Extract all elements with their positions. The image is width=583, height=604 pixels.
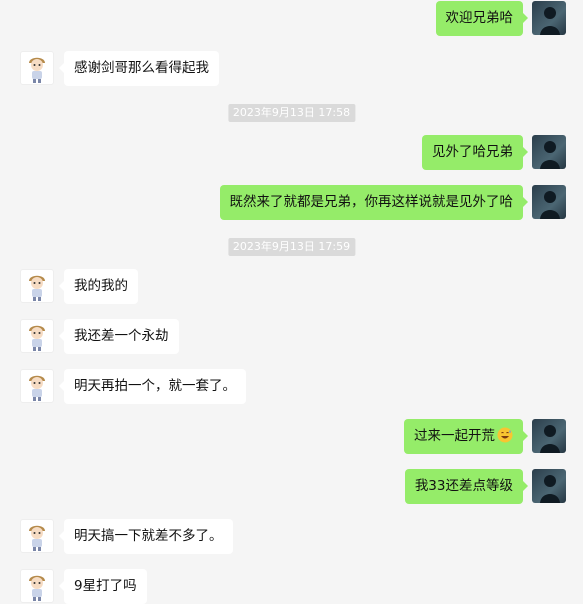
silhouette-icon — [540, 141, 560, 169]
my-avatar[interactable] — [532, 135, 566, 169]
cartoon-boy-icon — [29, 375, 45, 401]
cartoon-boy-icon — [29, 325, 45, 351]
chat-message-list: 欢迎兄弟哈 感谢剑哥那么看得起我 2023年9月13日 17:58 见外了哈兄弟… — [0, 0, 583, 604]
my-avatar[interactable] — [532, 1, 566, 35]
friend-avatar[interactable] — [20, 519, 54, 553]
timestamp: 2023年9月13日 17:58 — [227, 104, 356, 122]
friend-avatar[interactable] — [20, 319, 54, 353]
silhouette-icon — [540, 425, 560, 453]
message-bubble[interactable]: 既然来了就都是兄弟，你再这样说就是见外了哈 — [219, 185, 528, 220]
silhouette-icon — [540, 7, 560, 35]
message-text: 过来一起开荒 — [414, 428, 495, 444]
friend-avatar[interactable] — [20, 569, 54, 603]
message-bubble[interactable]: 我33还差点等级 — [404, 469, 529, 504]
message-bubble[interactable]: 我还差一个永劫 — [59, 319, 179, 354]
timestamp: 2023年9月13日 17:59 — [227, 238, 356, 256]
my-avatar[interactable] — [532, 419, 566, 453]
message-bubble[interactable]: 见外了哈兄弟 — [422, 135, 528, 170]
message-bubble[interactable]: 过来一起开荒 — [404, 419, 528, 454]
message-bubble[interactable]: 感谢剑哥那么看得起我 — [59, 51, 219, 86]
message-bubble[interactable]: 明天再拍一个，就一套了。 — [59, 369, 246, 404]
message-bubble[interactable]: 明天搞一下就差不多了。 — [59, 519, 233, 554]
cartoon-boy-icon — [29, 57, 45, 83]
cartoon-boy-icon — [29, 275, 45, 301]
friend-avatar[interactable] — [20, 369, 54, 403]
grinning-sweat-emoji-icon — [497, 427, 513, 443]
friend-avatar[interactable] — [20, 269, 54, 303]
message-bubble[interactable]: 欢迎兄弟哈 — [435, 1, 528, 36]
silhouette-icon — [540, 191, 560, 219]
silhouette-icon — [540, 475, 560, 503]
message-bubble[interactable]: 9星打了吗 — [59, 569, 147, 604]
message-bubble[interactable]: 我的我的 — [59, 269, 138, 304]
cartoon-boy-icon — [29, 575, 45, 601]
friend-avatar[interactable] — [20, 51, 54, 85]
my-avatar[interactable] — [532, 185, 566, 219]
cartoon-boy-icon — [29, 525, 45, 551]
my-avatar[interactable] — [532, 469, 566, 503]
